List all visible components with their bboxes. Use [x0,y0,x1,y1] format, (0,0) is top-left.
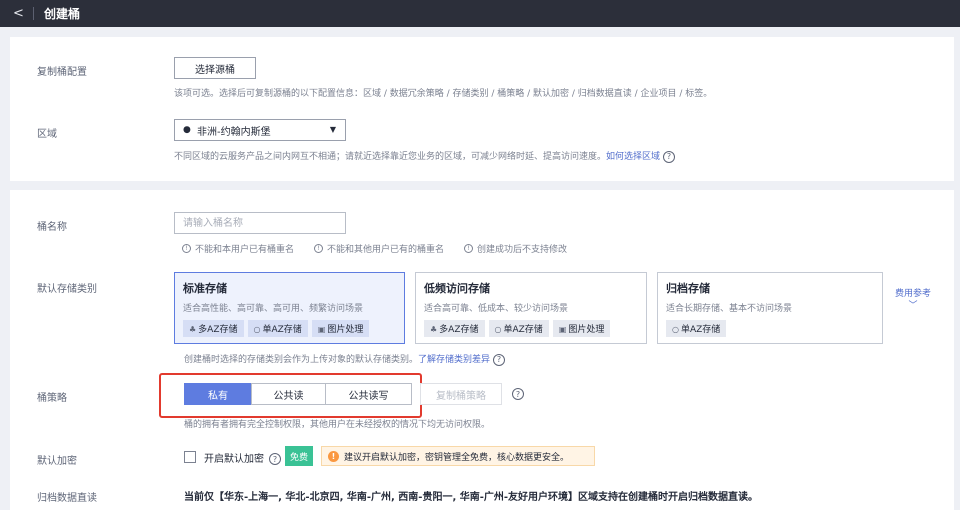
chevron-down-icon: ﹀ [908,301,918,311]
rule-text: 不能和本用户已有桶重名 [195,245,295,255]
default-encryption-label: 开启默认加密? [204,450,281,465]
tag-single-az: ○ 单AZ存储 [666,320,727,337]
fee-reference-link[interactable]: 费用参考 ﹀ [890,288,936,312]
title-divider [33,7,34,20]
tag-single-az: ○ 单AZ存储 [488,320,549,337]
encryption-advice-text: 建议开启默认加密，密钥管理全免费，核心数据更安全。 [344,452,570,463]
config-card-bucket: 桶名称 !不能和本用户已有桶重名 !不能和其他用户已有的桶重名 !创建成功后不支… [10,190,954,510]
rule-item: ! 创建成功后不支持修改 [464,242,567,255]
default-encryption-checkbox[interactable] [184,451,196,463]
region-label: 区域 [37,129,57,140]
policy-public-read-button[interactable]: 公共读 [251,383,326,405]
caret-down-icon: ▼ [329,125,336,134]
storage-option-desc: 适合高可靠、低成本、较少访问场景 [424,304,569,314]
how-to-choose-region-link[interactable]: 如何选择区域 [606,152,660,162]
help-icon[interactable]: ? [663,150,676,163]
rule-item: ! 不能和其他用户已有的桶重名 [314,242,444,255]
help-icon[interactable]: ? [269,453,281,465]
region-hint: 不同区域的云服务产品之间内网互不相通；请就近选择靠近您业务的区域，可减少网络时延… [174,149,676,163]
info-icon: ! [464,244,474,253]
location-pin-icon: ● [183,125,191,135]
storage-option-archive[interactable]: 归档存储 适合长期存储、基本不访问场景 ○ 单AZ存储 [657,272,883,344]
single-az-icon: ○ [672,325,679,334]
tag-image-processing: ▣ 图片处理 [552,320,611,337]
storage-option-tags: ♣ 多AZ存储 ○ 单AZ存储 ▣ 图片处理 [424,320,638,337]
single-az-icon: ○ [494,325,502,334]
top-bar: < 创建桶 [0,0,960,27]
info-icon: ! [314,244,324,253]
bucket-name-label: 桶名称 [37,222,67,233]
encryption-label: 默认加密 [37,456,77,467]
multi-az-icon: ♣ [430,325,438,334]
storage-class-label: 默认存储类别 [37,284,97,295]
multi-az-icon: ♣ [189,325,197,334]
config-card-general: 复制桶配置 选择源桶 该项可选。选择后可复制源桶的以下配置信息：区域 / 数据冗… [10,37,954,181]
bucket-name-rules: ! 不能和本用户已有桶重名 ! 不能和其他用户已有的桶重名 ! 创建成功后不支持修改 [182,242,567,255]
tag-single-az: ○ 单AZ存储 [247,320,308,337]
copy-bucket-policy-button[interactable]: 复制桶策略 [420,383,502,405]
archive-read-note: 当前仅【华东-上海一, 华北-北京四, 华南-广州, 西南-贵阳一, 华南-广州… [184,492,759,503]
tag-image-processing: ▣ 图片处理 [311,320,370,337]
rule-item: ! 不能和本用户已有桶重名 [182,242,294,255]
tag-multi-az: ♣ 多AZ存储 [424,320,485,337]
replication-hint: 该项可选。选择后可复制源桶的以下配置信息：区域 / 数据冗余策略 / 存储类别 … [174,89,713,99]
image-icon: ▣ [317,325,326,334]
bucket-policy-label: 桶策略 [37,393,67,404]
single-az-icon: ○ [253,325,261,334]
storage-option-tags: ○ 单AZ存储 [666,320,874,337]
chevron-left-icon[interactable]: < [13,6,27,21]
storage-option-tags: ♣ 多AZ存储 ○ 单AZ存储 ▣ 图片处理 [183,320,396,337]
tag-multi-az: ♣ 多AZ存储 [183,320,244,337]
storage-class-hint-text: 创建桶时选择的存储类别会作为上传对象的默认存储类别。 [184,355,419,365]
storage-option-title: 归档存储 [666,282,710,295]
region-select[interactable]: ● 非洲-约翰内斯堡 ▼ [174,119,346,141]
bucket-policy-segmented: 私有 公共读 公共读写 复制桶策略 ? [184,383,524,405]
storage-option-title: 低频访问存储 [424,282,490,295]
storage-class-hint: 创建桶时选择的存储类别会作为上传对象的默认存储类别。了解存储类别差异? [184,352,506,366]
replication-label: 复制桶配置 [37,67,87,78]
select-source-bucket-button[interactable]: 选择源桶 [174,57,256,79]
help-icon[interactable]: ? [512,388,524,400]
rule-text: 不能和其他用户已有的桶重名 [327,245,445,255]
free-badge: 免费 [285,446,313,466]
policy-private-button[interactable]: 私有 [184,383,252,405]
storage-option-infrequent[interactable]: 低频访问存储 适合高可靠、低成本、较少访问场景 ♣ 多AZ存储 ○ 单AZ存储 ▣ 图… [415,272,647,344]
rule-text: 创建成功后不支持修改 [477,245,568,255]
default-encryption-text: 开启默认加密 [204,454,264,465]
image-icon: ▣ [558,325,567,334]
storage-class-diff-link[interactable]: 了解存储类别差异 [418,355,490,365]
storage-option-desc: 适合长期存储、基本不访问场景 [666,304,793,314]
warning-icon: ! [328,450,339,462]
region-hint-text: 不同区域的云服务产品之间内网互不相通；请就近选择靠近您业务的区域，可减少网络时延… [174,152,607,162]
help-icon[interactable]: ? [493,353,506,366]
storage-option-title: 标准存储 [183,282,227,295]
storage-option-desc: 适合高性能、高可靠、高可用、频繁访问场景 [183,304,364,314]
fee-reference-text: 费用参考 [894,289,931,299]
page-title: 创建桶 [44,7,81,21]
bucket-policy-hint: 桶的拥有者拥有完全控制权限，其他用户在未经授权的情况下均无访问权限。 [184,420,491,430]
region-selected-value: 非洲-约翰内斯堡 [197,126,271,138]
bucket-name-input[interactable] [174,212,346,234]
policy-public-read-write-button[interactable]: 公共读写 [325,383,412,405]
encryption-advice: ! 建议开启默认加密，密钥管理全免费，核心数据更安全。 [321,446,595,466]
storage-option-standard[interactable]: 标准存储 适合高性能、高可靠、高可用、频繁访问场景 ♣ 多AZ存储 ○ 单AZ存储 … [174,272,405,344]
info-icon: ! [182,244,191,253]
